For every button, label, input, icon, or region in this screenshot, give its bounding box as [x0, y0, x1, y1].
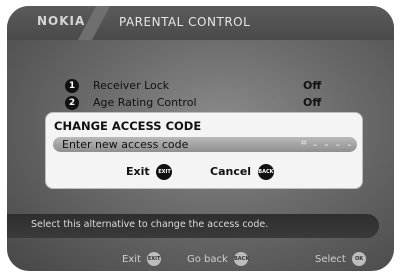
- access-code-field[interactable]: Enter new access code ⌗ - - - -: [53, 137, 357, 152]
- footer-go-back[interactable]: Go back BACK: [187, 252, 249, 266]
- cancel-button[interactable]: Cancel BACK: [210, 164, 274, 180]
- footer-exit-label: Exit: [122, 254, 141, 265]
- dialog-title: CHANGE ACCESS CODE: [54, 119, 202, 133]
- exit-key-icon: EXIT: [156, 164, 173, 180]
- exit-button[interactable]: Exit EXIT: [126, 164, 173, 180]
- exit-label: Exit: [126, 165, 150, 178]
- back-key-icon: BACK: [257, 164, 274, 180]
- keypad-icon: ⌗: [301, 138, 307, 149]
- code-digits: - - - -: [313, 138, 354, 151]
- footer-back-label: Go back: [187, 254, 228, 265]
- ok-key-icon: OK: [352, 252, 367, 266]
- help-text: Select this alternative to change the ac…: [31, 219, 269, 230]
- page-title: PARENTAL CONTROL: [119, 15, 251, 29]
- header-bar: NOKIA PARENTAL CONTROL: [7, 6, 394, 40]
- brand-logo: NOKIA: [37, 14, 86, 28]
- back-key-icon: BACK: [234, 252, 249, 266]
- menu-index-badge: 2: [65, 96, 79, 110]
- menu-item-label: Age Rating Control: [93, 96, 197, 109]
- footer-select-label: Select: [315, 254, 346, 265]
- menu-item-value: Off: [303, 96, 322, 109]
- menu-index-badge: 1: [65, 79, 79, 93]
- menu-item-value: Off: [303, 79, 322, 92]
- footer-select[interactable]: Select OK: [315, 252, 367, 266]
- menu-item-label: Receiver Lock: [93, 79, 170, 92]
- change-code-dialog: CHANGE ACCESS CODE Enter new access code…: [46, 113, 362, 188]
- menu-item-receiver-lock[interactable]: 1 Receiver Lock Off: [65, 79, 365, 95]
- cancel-label: Cancel: [210, 165, 252, 178]
- exit-key-icon: EXIT: [147, 252, 162, 266]
- footer-exit[interactable]: Exit EXIT: [122, 252, 162, 266]
- field-label: Enter new access code: [62, 138, 189, 151]
- tv-screen: NOKIA PARENTAL CONTROL 1 Receiver Lock O…: [7, 6, 394, 271]
- help-bar: Select this alternative to change the ac…: [7, 214, 379, 238]
- menu-item-age-rating[interactable]: 2 Age Rating Control Off: [65, 96, 365, 112]
